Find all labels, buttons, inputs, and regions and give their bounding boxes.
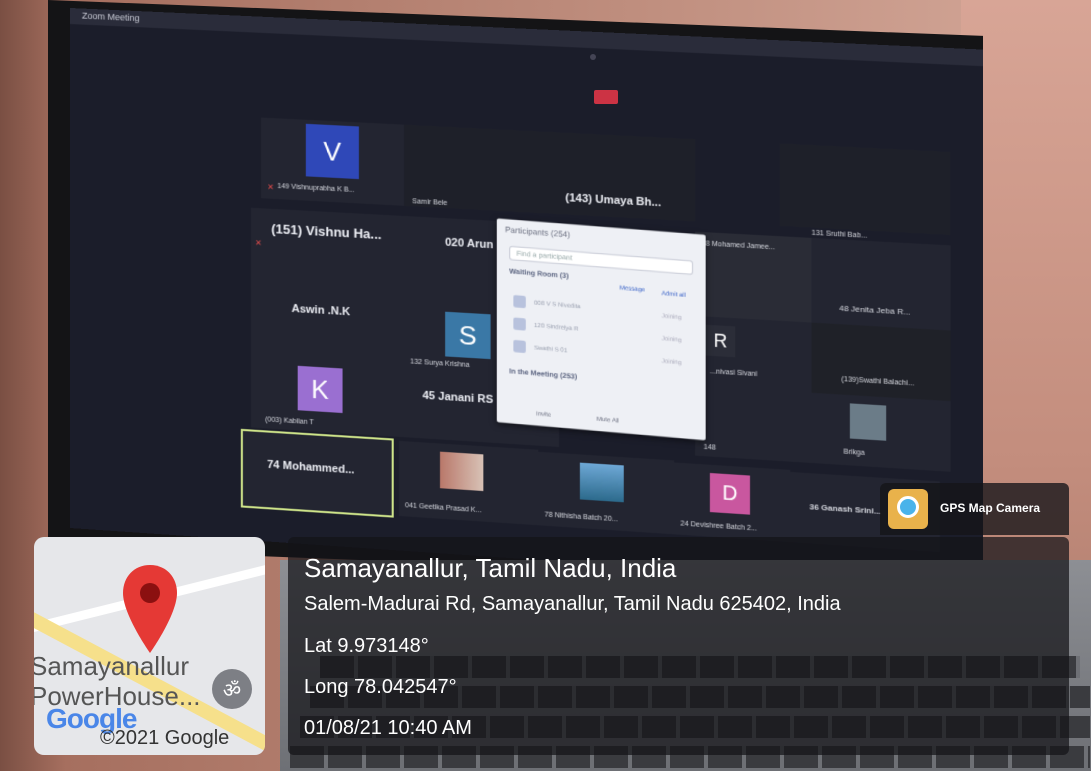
video-tile[interactable]: (139)Swathi Balachi...: [811, 322, 951, 402]
active-speaker-tile[interactable]: 74 Mohammed...: [240, 428, 394, 518]
video-tile[interactable]: V ✕ 149 Vishnuprabha K B...: [261, 117, 405, 206]
participant-name: 008 V S Nivedita: [534, 300, 581, 311]
participant-name: 48 Mohamed Jamee...: [701, 240, 776, 252]
participant-name: 120 Sindrelya R: [534, 322, 579, 333]
waiting-participant[interactable]: 120 Sindrelya R: [513, 317, 579, 335]
waiting-room-header[interactable]: Waiting Room (3): [509, 268, 569, 280]
participant-name: 149 Vishnuprabha K B...: [277, 182, 355, 195]
waiting-participant[interactable]: 008 V S Nivedita: [513, 295, 581, 313]
admit-all-button[interactable]: Admit all: [661, 291, 685, 299]
video-thumbnail: [439, 451, 484, 492]
participant-name: 020 Arun: [445, 236, 494, 252]
gps-app-badge: GPS Map Camera: [880, 483, 1069, 535]
location-title: Samayanallur, Tamil Nadu, India: [304, 553, 677, 583]
avatar: R: [705, 324, 736, 358]
avatar: [513, 295, 526, 309]
participant-name: 45 Janani RS: [422, 389, 494, 407]
video-thumbnail: [849, 403, 887, 441]
location-info-panel: Samayanallur, Tamil Nadu, India Salem-Ma…: [288, 537, 1069, 755]
longitude: Long 78.042547°: [304, 676, 457, 698]
video-thumbnail: [579, 462, 624, 503]
video-tile[interactable]: 131 Sruthi Bab...: [779, 143, 951, 240]
video-tile[interactable]: Samir Bele: [404, 124, 549, 214]
participant-name: 74 Mohammed...: [267, 458, 355, 477]
joining-status: Joining: [661, 336, 682, 344]
map-pin-icon: [123, 565, 177, 653]
latitude: Lat 9.973148°: [304, 635, 429, 657]
mute-all-button[interactable]: Mute All: [597, 417, 619, 425]
participant-name: Aswin .N.K: [291, 302, 351, 319]
temple-icon: ॐ: [212, 669, 252, 709]
avatar: D: [709, 472, 751, 515]
participant-name: 78 Nithisha Batch 20...: [544, 511, 618, 524]
map-thumbnail: Samayanallur PowerHouse... ॐ Google ©202…: [34, 537, 265, 755]
video-tile[interactable]: (143) Umaya Bh...: [548, 131, 696, 222]
in-meeting-header[interactable]: In the Meeting (253): [509, 368, 577, 381]
video-tile[interactable]: R ...nivasi Sivani: [695, 315, 812, 393]
video-tile[interactable]: 48 Mohamed Jamee...: [695, 231, 812, 323]
avatar: V: [305, 123, 359, 180]
participant-name: 148: [703, 443, 716, 452]
video-tile[interactable]: Aswin .N.K: [250, 290, 405, 369]
participant-name: 132 Surya Krishna: [410, 358, 470, 370]
webcam: [590, 54, 596, 60]
datetime: 01/08/21 10:40 AM: [304, 717, 472, 739]
participant-name: (143) Umaya Bh...: [565, 191, 662, 210]
invite-button[interactable]: Invite: [536, 411, 551, 418]
video-tile[interactable]: 48 Jenita Jeba R...: [811, 237, 951, 331]
panel-title: Participants (254): [505, 225, 571, 240]
map-copyright: ©2021 Google: [100, 727, 230, 749]
window-title: Zoom Meeting: [81, 10, 140, 24]
recording-indicator: [594, 90, 618, 104]
mic-muted-icon: ✕: [255, 238, 262, 248]
participants-panel: Participants (254) Find a participant Wa…: [496, 218, 706, 441]
participant-name: ...nivasi Sivani: [709, 368, 758, 379]
address: Salem-Madurai Rd, Samayanallur, Tamil Na…: [304, 593, 841, 615]
video-tile[interactable]: (151) Vishnu Ha... ✕: [250, 207, 405, 300]
joining-status: Joining: [661, 313, 682, 322]
avatar: S: [445, 311, 491, 360]
participant-name: 48 Jenita Jeba R...: [839, 303, 911, 317]
avatar: [513, 339, 526, 354]
participant-name: 24 Devishree Batch 2...: [680, 520, 758, 533]
video-tile[interactable]: 78 Nithisha Batch 20...: [538, 451, 675, 535]
participant-name: Brikga: [843, 448, 865, 458]
participant-name: (139)Swathi Balachi...: [841, 375, 915, 388]
map-place-label: Samayanallur PowerHouse...: [34, 651, 201, 711]
mic-muted-icon: ✕: [267, 182, 275, 192]
joining-status: Joining: [661, 358, 682, 367]
video-tile[interactable]: 148: [695, 385, 812, 463]
participant-name: (151) Vishnu Ha...: [271, 220, 382, 243]
participant-name: Samir Bele: [412, 198, 448, 208]
app-name: GPS Map Camera: [940, 501, 1041, 515]
waiting-participant[interactable]: Swathi S 01: [513, 339, 568, 357]
video-tile[interactable]: D 24 Devishree Batch 2...: [674, 462, 791, 543]
participant-name: (003) Kabilan T: [265, 416, 314, 427]
participant-name: 041 Geetika Prasad K...: [405, 502, 482, 515]
avatar: K: [297, 365, 343, 414]
message-button[interactable]: Message: [620, 285, 646, 293]
video-tile[interactable]: 041 Geetika Prasad K...: [398, 440, 539, 526]
participant-name: 36 Ganash Srini...: [809, 502, 881, 517]
video-tile[interactable]: Brikga: [811, 392, 951, 472]
video-tile[interactable]: K (003) Kabilan T: [250, 358, 405, 438]
gps-camera-icon: [888, 489, 928, 529]
laptop-screen: Zoom Meeting V ✕ 149 Vishnuprabha K B...…: [70, 8, 983, 591]
participant-name: Swathi S 01: [534, 345, 568, 355]
avatar: [513, 317, 526, 331]
